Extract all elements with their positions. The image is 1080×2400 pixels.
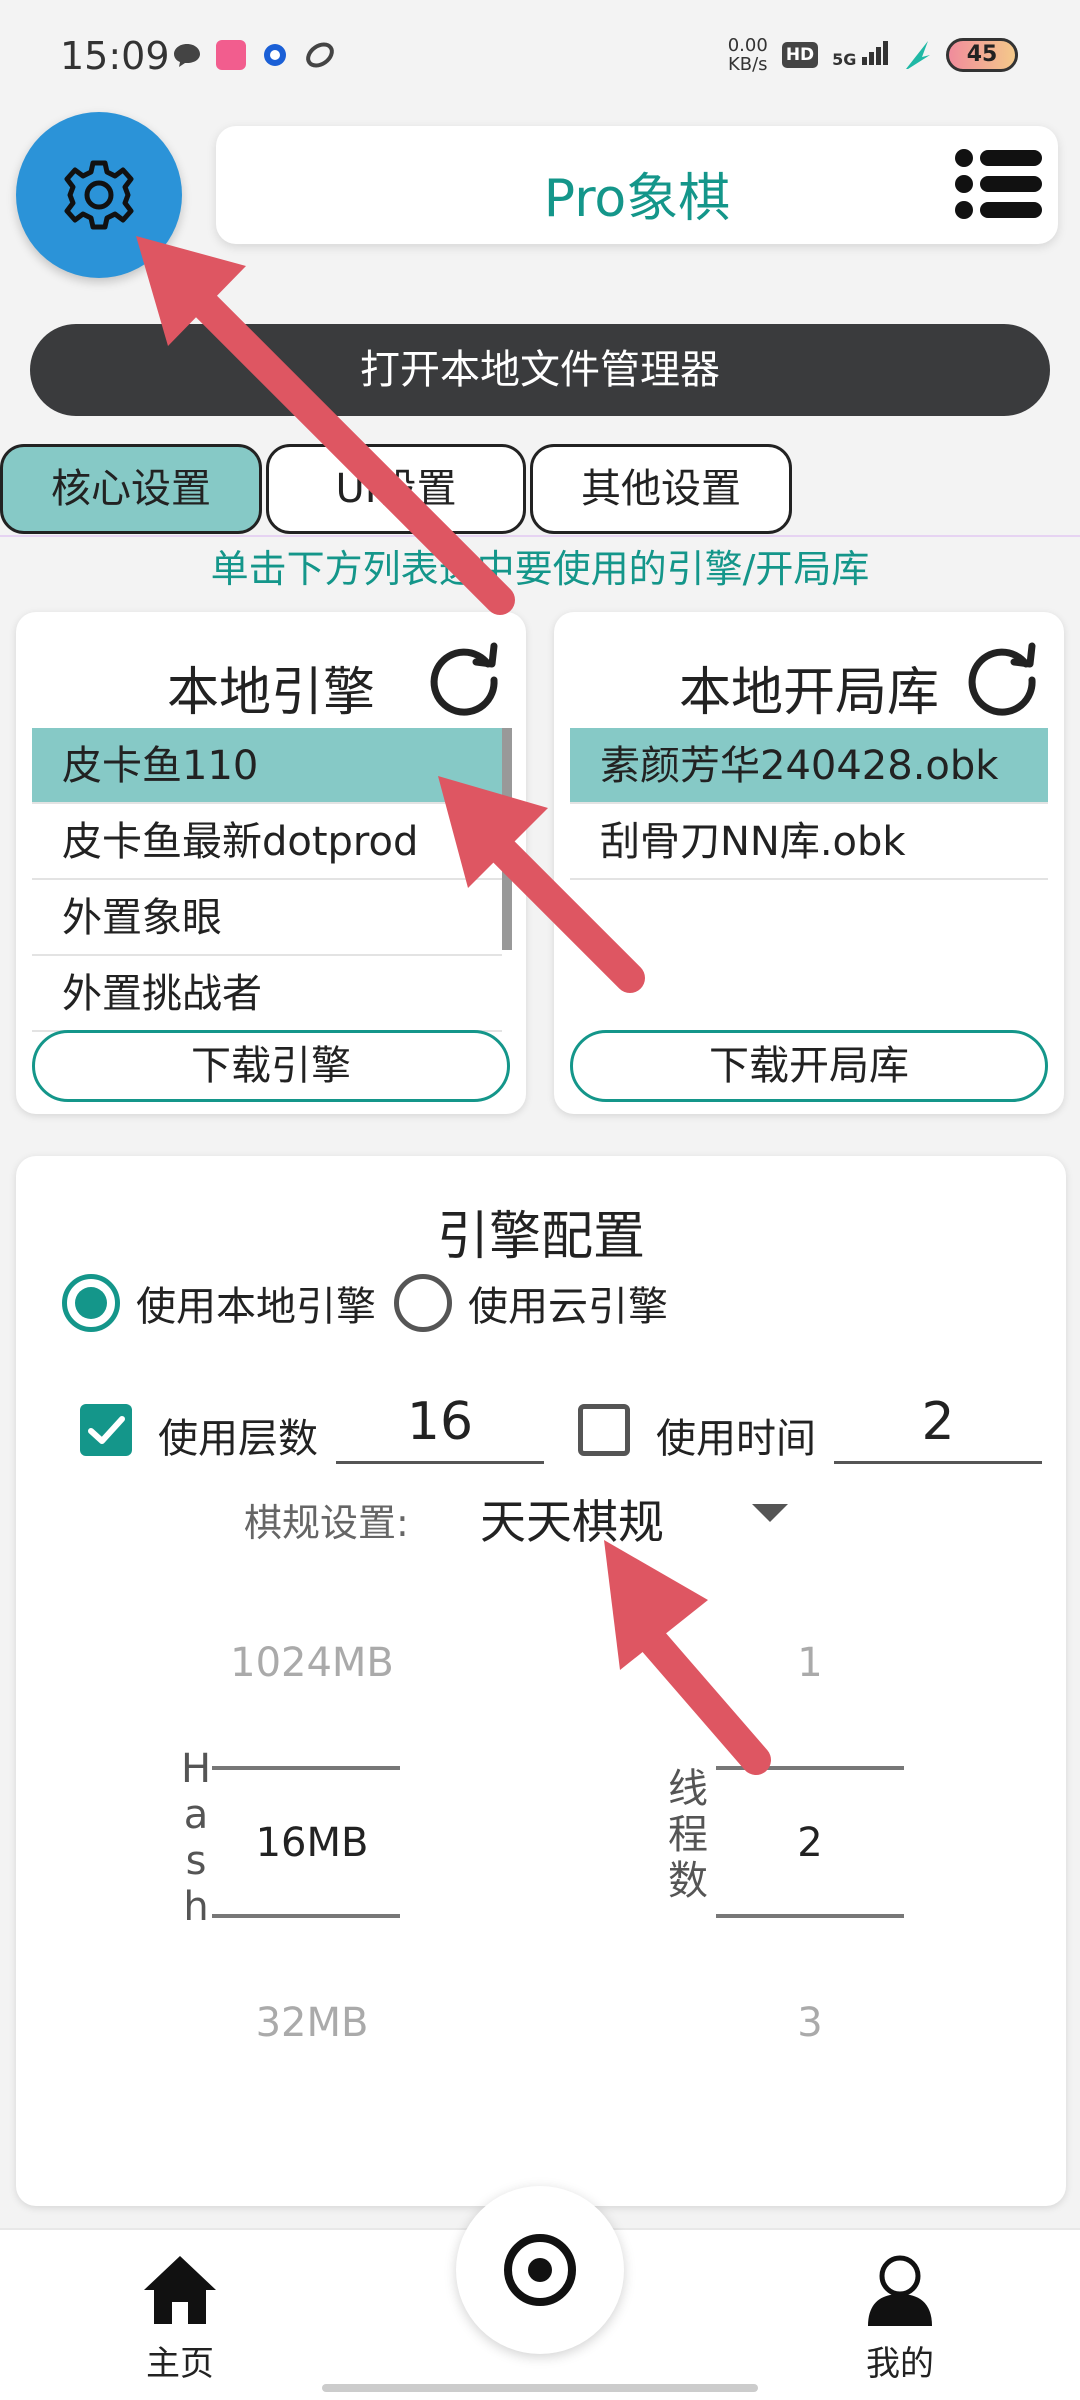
engine-config-title: 引擎配置 bbox=[436, 1207, 645, 1267]
nav-home[interactable]: 主页 bbox=[100, 2252, 260, 2385]
open-file-manager-button[interactable]: 打开本地文件管理器 bbox=[30, 324, 1050, 416]
tab-other-settings[interactable]: 其他设置 bbox=[530, 444, 792, 534]
network-speed: 0.00 KB/s bbox=[728, 36, 768, 74]
radio-local-engine[interactable] bbox=[62, 1274, 120, 1332]
user-icon bbox=[868, 2255, 932, 2326]
message-icon bbox=[174, 44, 200, 67]
menu-button[interactable] bbox=[954, 148, 1044, 220]
rule-setting-label: 棋规设置: bbox=[244, 1501, 409, 1545]
speed-value: 0.00 bbox=[727, 35, 768, 56]
book-item[interactable]: 素颜芳华240428.obk bbox=[570, 728, 1048, 804]
network-label: 5G bbox=[832, 50, 857, 69]
speed-unit: KB/s bbox=[727, 54, 768, 75]
threads-label-char: 程 bbox=[668, 1812, 708, 1858]
home-icon bbox=[144, 2256, 216, 2324]
status-bar: 15:09 0.00 KB/s HD 5G 45 bbox=[0, 0, 1080, 110]
title-card: Pro象棋 bbox=[216, 126, 1058, 244]
charging-icon bbox=[906, 41, 930, 69]
hash-label-char: h bbox=[183, 1884, 209, 1930]
book-list: 素颜芳华240428.obk 刮骨刀NN库.obk bbox=[570, 728, 1048, 880]
hash-label-char: H bbox=[180, 1746, 212, 1792]
hash-label: H a s h bbox=[176, 1746, 216, 1930]
battery-indicator: 45 bbox=[946, 38, 1018, 72]
hash-option-prev: 1024MB bbox=[230, 1640, 394, 1686]
radio-cloud-engine-label: 使用云引擎 bbox=[468, 1284, 668, 1330]
download-book-button[interactable]: 下载开局库 bbox=[570, 1030, 1048, 1102]
target-icon bbox=[504, 2234, 576, 2306]
depth-time-row: 使用层数 16 使用时间 2 bbox=[66, 1384, 1046, 1484]
hash-label-char: a bbox=[183, 1792, 209, 1838]
nav-mine[interactable]: 我的 bbox=[820, 2252, 980, 2385]
engine-list: 皮卡鱼110 皮卡鱼最新dotprod 外置象眼 外置挑战者 bbox=[32, 728, 502, 1032]
use-depth-label: 使用层数 bbox=[158, 1416, 318, 1462]
center-fab-button[interactable] bbox=[456, 2186, 624, 2354]
download-engine-button[interactable]: 下载引擎 bbox=[32, 1030, 510, 1102]
engine-config-card: 引擎配置 使用本地引擎 使用云引擎 使用层数 16 使用时间 2 棋规设置: 天… bbox=[16, 1156, 1066, 2206]
gear-icon bbox=[64, 160, 134, 230]
radio-cloud-engine[interactable] bbox=[394, 1274, 452, 1332]
home-indicator[interactable] bbox=[322, 2384, 758, 2392]
system-indicators: 0.00 KB/s HD 5G 45 bbox=[728, 36, 1018, 74]
status-time: 15:09 bbox=[60, 34, 170, 78]
threads-option-current: 2 bbox=[797, 1820, 823, 1866]
menu-icon bbox=[955, 149, 1042, 219]
rule-dropdown-value: 天天棋规 bbox=[480, 1495, 664, 1549]
hd-badge: HD bbox=[781, 42, 819, 68]
refresh-engines-icon[interactable] bbox=[422, 634, 506, 718]
threads-picker-line-top bbox=[716, 1766, 904, 1770]
selection-hint: 单击下方列表选中要使用的引擎/开局库 bbox=[210, 547, 870, 591]
engine-item[interactable]: 外置象眼 bbox=[32, 880, 502, 956]
tab-divider bbox=[0, 535, 1080, 537]
use-depth-checkbox[interactable] bbox=[80, 1404, 132, 1456]
use-time-checkbox[interactable] bbox=[578, 1404, 630, 1456]
time-input[interactable]: 2 bbox=[834, 1384, 1042, 1464]
threads-option-next: 3 bbox=[797, 2000, 823, 2046]
threads-picker-line-bottom bbox=[716, 1914, 904, 1918]
app-icon bbox=[264, 44, 286, 66]
threads-option-prev: 1 bbox=[797, 1640, 823, 1686]
hash-option-current: 16MB bbox=[255, 1820, 369, 1866]
local-books-card: 本地开局库 素颜芳华240428.obk 刮骨刀NN库.obk 下载开局库 bbox=[554, 612, 1064, 1114]
bilibili-icon bbox=[216, 40, 246, 70]
tab-core-settings[interactable]: 核心设置 bbox=[0, 444, 262, 534]
nav-home-label: 主页 bbox=[146, 2344, 214, 2384]
notification-icons bbox=[172, 40, 336, 70]
nav-mine-label: 我的 bbox=[866, 2344, 934, 2384]
threads-label-char: 数 bbox=[668, 1858, 708, 1904]
hash-picker-line-bottom bbox=[212, 1914, 400, 1918]
network-5g: 5G bbox=[832, 41, 888, 69]
signal-icon bbox=[862, 41, 888, 65]
threads-label-char: 线 bbox=[668, 1766, 708, 1812]
radio-local-engine-label: 使用本地引擎 bbox=[136, 1284, 376, 1330]
hash-label-char: s bbox=[185, 1838, 207, 1884]
link-icon bbox=[306, 42, 334, 68]
engine-source-radio-group: 使用本地引擎 使用云引擎 bbox=[62, 1274, 686, 1332]
refresh-books-icon[interactable] bbox=[960, 634, 1044, 718]
local-engines-card: 本地引擎 皮卡鱼110 皮卡鱼最新dotprod 外置象眼 外置挑战者 下载引擎 bbox=[16, 612, 526, 1114]
engine-item[interactable]: 皮卡鱼110 bbox=[32, 728, 502, 804]
use-time-label: 使用时间 bbox=[656, 1416, 816, 1462]
settings-tabs: 核心设置 UI设置 其他设置 bbox=[0, 444, 792, 534]
depth-input[interactable]: 16 bbox=[336, 1384, 544, 1464]
threads-label: 线 程 数 bbox=[668, 1766, 708, 1904]
dropdown-arrow-icon bbox=[752, 1504, 788, 1522]
engine-item[interactable]: 外置挑战者 bbox=[32, 956, 502, 1032]
book-item[interactable]: 刮骨刀NN库.obk bbox=[570, 804, 1048, 880]
engine-item[interactable]: 皮卡鱼最新dotprod bbox=[32, 804, 502, 880]
engine-list-scrollbar[interactable] bbox=[502, 728, 512, 950]
app-title: Pro象棋 bbox=[543, 169, 731, 229]
settings-button[interactable] bbox=[16, 112, 182, 278]
check-icon bbox=[88, 1416, 125, 1444]
hash-option-next: 32MB bbox=[255, 2000, 369, 2046]
hash-picker-line-top bbox=[212, 1766, 400, 1770]
tab-ui-settings[interactable]: UI设置 bbox=[266, 444, 526, 534]
